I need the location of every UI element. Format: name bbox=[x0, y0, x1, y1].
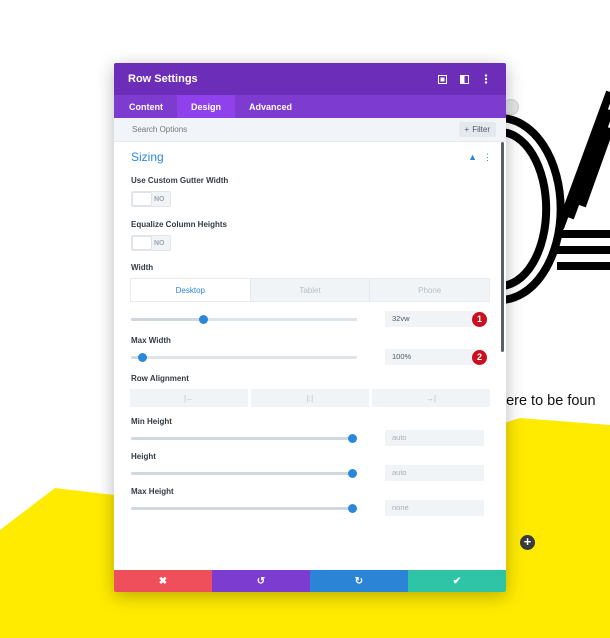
expand-icon[interactable] bbox=[436, 73, 448, 85]
align-left-button[interactable]: |← bbox=[130, 389, 248, 407]
min-height-slider[interactable] bbox=[131, 434, 358, 443]
more-icon[interactable] bbox=[480, 73, 492, 85]
save-button[interactable]: ✔ bbox=[408, 570, 506, 592]
modal-header: Row Settings bbox=[114, 63, 506, 95]
plus-icon: + bbox=[464, 125, 470, 134]
min-height-slider-row: auto bbox=[114, 427, 506, 449]
checkmark-icon: ✔ bbox=[452, 575, 462, 587]
min-height-label: Min Height bbox=[131, 417, 172, 426]
max-width-slider-row: 100% 2 bbox=[114, 346, 506, 368]
tab-advanced[interactable]: Advanced bbox=[235, 95, 306, 118]
align-right-button[interactable]: →| bbox=[372, 389, 490, 407]
section-more-icon[interactable]: ⋮ bbox=[483, 152, 492, 163]
width-slider-row: 32vw 1 bbox=[114, 308, 506, 330]
max-width-label: Max Width bbox=[131, 336, 171, 345]
toggle-state: NO bbox=[154, 195, 165, 203]
max-width-slider[interactable] bbox=[131, 353, 357, 362]
equalize-label: Equalize Column Heights bbox=[131, 220, 228, 229]
tab-content[interactable]: Content bbox=[115, 95, 177, 118]
toggle-state: NO bbox=[154, 239, 165, 247]
align-right-icon: →| bbox=[425, 393, 437, 403]
width-label: Width bbox=[131, 263, 154, 272]
height-value-field[interactable]: auto bbox=[385, 465, 484, 481]
width-value-field[interactable]: 32vw bbox=[385, 311, 484, 327]
sidebar-icon[interactable] bbox=[458, 73, 470, 85]
modal-footer: ✖ ↺ ↻ ✔ bbox=[114, 570, 506, 592]
section-title: Sizing bbox=[131, 150, 164, 164]
chevron-up-icon[interactable]: ▲ bbox=[468, 152, 477, 162]
modal-title: Row Settings bbox=[128, 73, 198, 85]
max-height-slider-row: none bbox=[114, 497, 506, 519]
number-four-graphic bbox=[556, 90, 610, 270]
gutter-toggle[interactable]: NO bbox=[131, 191, 171, 207]
add-module-button[interactable]: + bbox=[520, 535, 535, 550]
equalize-toggle[interactable]: NO bbox=[131, 235, 171, 251]
sizing-section-header[interactable]: Sizing ▲ ⋮ bbox=[114, 142, 506, 172]
align-center-button[interactable]: |:| bbox=[251, 389, 369, 407]
row-alignment-options: |← |:| →| bbox=[130, 389, 490, 407]
toggle-knob bbox=[132, 236, 152, 250]
search-bar: + Filter bbox=[114, 118, 506, 142]
max-height-value-field[interactable]: none bbox=[385, 500, 484, 516]
width-slider[interactable] bbox=[131, 315, 357, 324]
height-slider[interactable] bbox=[131, 469, 358, 478]
slider-thumb[interactable] bbox=[348, 469, 358, 478]
align-center-icon: |:| bbox=[306, 393, 314, 403]
max-height-slider[interactable] bbox=[131, 504, 358, 513]
filter-label: Filter bbox=[472, 125, 490, 134]
circle-graphic bbox=[499, 114, 565, 304]
settings-body: Sizing ▲ ⋮ Use Custom Gutter Width NO Eq… bbox=[114, 142, 506, 570]
undo-icon: ↺ bbox=[256, 575, 266, 587]
filter-button[interactable]: + Filter bbox=[458, 122, 496, 137]
row-settings-modal: Row Settings Content Design Advanced + F… bbox=[114, 63, 506, 592]
close-icon: ✖ bbox=[158, 575, 168, 587]
device-tab-desktop[interactable]: Desktop bbox=[131, 279, 251, 301]
gutter-label: Use Custom Gutter Width bbox=[131, 176, 229, 185]
min-height-value-field[interactable]: auto bbox=[385, 430, 484, 446]
step-badge-1: 1 bbox=[472, 312, 487, 327]
tab-design[interactable]: Design bbox=[177, 95, 236, 118]
slider-thumb[interactable] bbox=[348, 434, 358, 443]
toggle-knob bbox=[132, 192, 152, 206]
height-slider-row: auto bbox=[114, 462, 506, 484]
slider-thumb[interactable] bbox=[348, 504, 358, 513]
device-tab-phone[interactable]: Phone bbox=[370, 279, 490, 301]
device-tab-tablet[interactable]: Tablet bbox=[250, 279, 371, 301]
settings-tabs: Content Design Advanced bbox=[114, 95, 506, 118]
undo-button[interactable]: ↺ bbox=[212, 570, 310, 592]
align-left-icon: |← bbox=[183, 393, 195, 403]
search-input[interactable] bbox=[130, 124, 459, 135]
max-width-value-field[interactable]: 100% bbox=[385, 349, 484, 365]
row-alignment-label: Row Alignment bbox=[131, 374, 189, 383]
redo-button[interactable]: ↻ bbox=[310, 570, 408, 592]
max-height-label: Max Height bbox=[131, 487, 174, 496]
device-tabs: Desktop Tablet Phone bbox=[130, 278, 490, 302]
slider-thumb[interactable] bbox=[199, 315, 209, 324]
step-badge-2: 2 bbox=[472, 350, 487, 365]
cancel-button[interactable]: ✖ bbox=[114, 570, 212, 592]
redo-icon: ↻ bbox=[354, 575, 364, 587]
slider-thumb[interactable] bbox=[138, 353, 148, 362]
background-text: here to be foun bbox=[498, 393, 596, 409]
height-label: Height bbox=[131, 452, 156, 461]
